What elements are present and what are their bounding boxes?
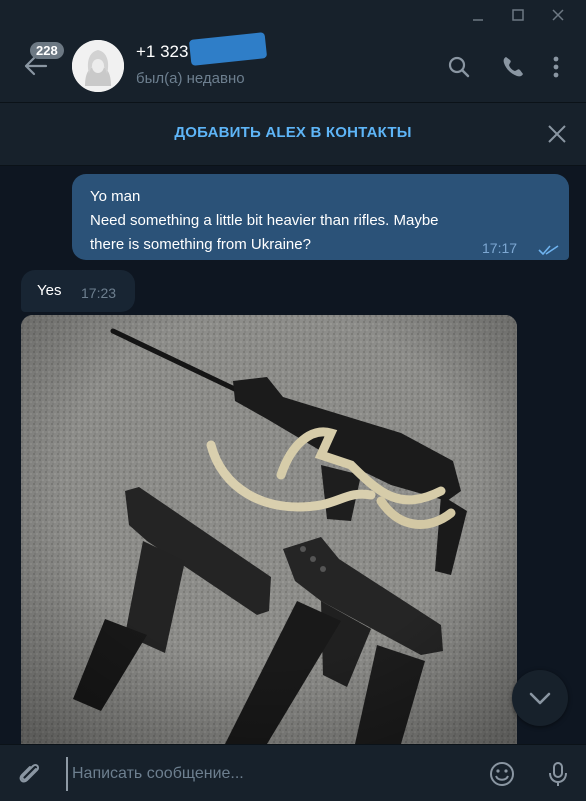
message-composer [0,744,586,801]
incoming-message[interactable]: Yes 17:23 [21,270,135,312]
message-time: 17:23 [81,285,117,301]
message-line: there is something from Ukraine? [90,236,311,253]
more-vertical-icon[interactable] [548,54,564,80]
contact-status: был(а) недавно [136,70,245,87]
attach-icon[interactable] [16,760,44,788]
message-list[interactable]: Yo man Need something a little bit heavi… [0,166,586,744]
double-check-icon [538,243,560,261]
close-icon[interactable] [538,0,578,30]
name-redaction-mark [188,32,268,66]
outgoing-message[interactable]: Yo man Need something a little bit heavi… [72,174,569,260]
window-title-bar [0,0,586,30]
maximize-icon[interactable] [498,0,538,30]
emoji-icon[interactable] [488,760,516,788]
message-time: 17:17 [482,240,518,256]
add-contact-button[interactable]: ДОБАВИТЬ ALEX В КОНТАКТЫ [0,124,586,141]
search-icon[interactable] [446,54,472,80]
phone-icon[interactable] [500,54,526,80]
microphone-icon[interactable] [544,760,572,788]
scroll-down-button[interactable] [512,670,568,726]
photo-firearms [21,315,517,744]
dismiss-banner-icon[interactable] [546,123,568,145]
avatar[interactable] [72,40,124,92]
message-line: Yo man [90,188,141,205]
add-contact-bar: ДОБАВИТЬ ALEX В КОНТАКТЫ [0,103,586,166]
unread-count-badge: 228 [30,42,64,59]
contact-name[interactable]: +1 323 [136,42,188,62]
chat-header: 228 +1 323 был(а) недавно [0,30,586,103]
message-input[interactable] [66,757,474,791]
photo-message[interactable] [21,315,517,744]
message-line: Need something a little bit heavier than… [90,212,439,229]
minimize-icon[interactable] [458,0,498,30]
message-text: Yes [37,282,62,299]
